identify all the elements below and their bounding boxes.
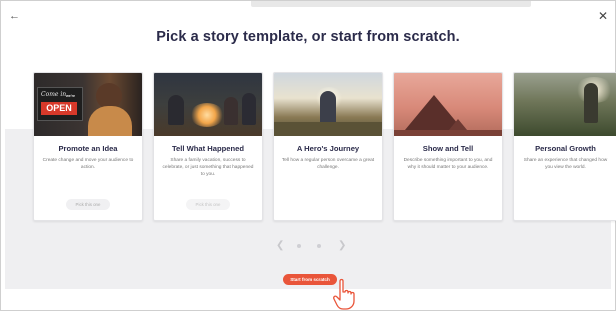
person-silhouette xyxy=(224,97,238,125)
card-description: Share a family vacation, success to cele… xyxy=(162,158,254,177)
template-picker-modal: ← ✕ Pick a story template, or start from… xyxy=(0,0,616,311)
pyramids-illustration xyxy=(394,95,502,136)
grass xyxy=(274,122,382,136)
carousel-dot[interactable] xyxy=(297,244,301,248)
campfire-glow xyxy=(190,103,224,127)
sign-text-open: OPEN xyxy=(41,102,77,115)
carousel-controls: ❮ ❯ xyxy=(1,241,615,251)
pick-this-one-button[interactable]: Pick this one xyxy=(186,199,230,210)
person-silhouette xyxy=(584,83,598,123)
template-card-personal-growth[interactable]: Personal Growth Share an experience that… xyxy=(513,72,616,221)
card-title: A Hero's Journey xyxy=(296,144,360,153)
card-title: Tell What Happened xyxy=(171,144,244,153)
template-thumbnail xyxy=(154,73,262,136)
start-from-scratch-button[interactable]: Start from scratch xyxy=(283,274,337,285)
template-thumbnail xyxy=(394,73,502,136)
card-title: Promote an Idea xyxy=(58,144,118,153)
template-thumbnail xyxy=(514,73,616,136)
template-card-promote-an-idea[interactable]: Come in we're OPEN Promote an Idea Creat… xyxy=(33,72,143,221)
page-title: Pick a story template, or start from scr… xyxy=(156,29,460,45)
card-title: Personal Growth xyxy=(535,144,596,153)
template-thumbnail: Come in we're OPEN xyxy=(34,73,142,136)
person-body xyxy=(88,106,132,136)
chevron-left-icon[interactable]: ❮ xyxy=(276,241,284,251)
card-description: Share an experience that changed how you… xyxy=(523,158,608,170)
template-card-show-and-tell[interactable]: Show and Tell Describe something importa… xyxy=(393,72,503,221)
open-sign: Come in we're OPEN xyxy=(37,87,83,121)
person-silhouette xyxy=(168,95,184,125)
card-description: Describe something important to you, and… xyxy=(403,158,493,170)
close-icon[interactable]: ✕ xyxy=(597,10,609,22)
template-card-tell-what-happened[interactable]: Tell What Happened Share a family vacati… xyxy=(153,72,263,221)
card-description: Create change and move your audience to … xyxy=(42,158,134,170)
person-silhouette xyxy=(242,93,256,125)
carousel-dot[interactable] xyxy=(317,244,321,248)
sign-text-were: we're xyxy=(66,94,76,98)
hand-pointer-icon xyxy=(333,278,355,310)
template-thumbnail xyxy=(274,73,382,136)
sign-text-come-in: Come in xyxy=(41,91,67,98)
pick-this-one-button[interactable]: Pick this one xyxy=(66,199,110,210)
back-arrow-icon[interactable]: ← xyxy=(9,10,21,22)
card-description: Tell how a regular person overcame a gre… xyxy=(281,158,375,170)
card-title: Show and Tell xyxy=(422,144,474,153)
chevron-right-icon[interactable]: ❯ xyxy=(338,241,346,251)
top-strip xyxy=(251,1,531,7)
template-card-a-heros-journey[interactable]: A Hero's Journey Tell how a regular pers… xyxy=(273,72,383,221)
